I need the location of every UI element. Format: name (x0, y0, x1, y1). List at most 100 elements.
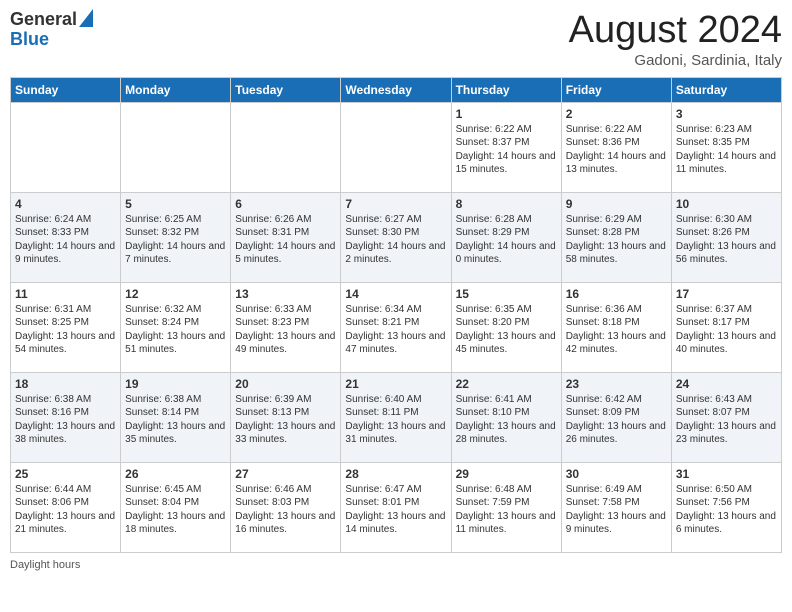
calendar-cell: 1 Sunrise: 6:22 AM Sunset: 8:37 PM Daylig… (451, 102, 561, 192)
day-number: 29 (456, 467, 557, 481)
day-info: Sunrise: 6:49 AM Sunset: 7:58 PM Dayligh… (566, 483, 667, 537)
title-area: August 2024 Gadoni, Sardinia, Italy (569, 10, 782, 69)
day-number: 19 (125, 377, 226, 391)
day-number: 1 (456, 107, 557, 121)
day-info: Sunrise: 6:33 AM Sunset: 8:23 PM Dayligh… (235, 303, 336, 357)
day-number: 7 (345, 197, 446, 211)
day-number: 28 (345, 467, 446, 481)
calendar-cell: 31Sunrise: 6:50 AM Sunset: 7:56 PM Dayli… (671, 462, 781, 552)
page-header: General Blue August 2024 Gadoni, Sardini… (10, 10, 782, 69)
day-info: Sunrise: 6:43 AM Sunset: 8:07 PM Dayligh… (676, 393, 777, 447)
calendar-cell: 16 Sunrise: 6:36 AM Sunset: 8:18 PM Dayli… (561, 282, 671, 372)
day-number: 4 (15, 197, 116, 211)
calendar-cell: 5 Sunrise: 6:25 AM Sunset: 8:32 PM Daylig… (121, 192, 231, 282)
calendar-cell: 30 Sunrise: 6:49 AM Sunset: 7:58 PM Dayli… (561, 462, 671, 552)
day-info: Sunrise: 6:25 AM Sunset: 8:32 PM Dayligh… (125, 213, 226, 267)
day-number: 9 (566, 197, 667, 211)
day-number: 16 (566, 287, 667, 301)
calendar-cell: 17Sunrise: 6:37 AM Sunset: 8:17 PM Dayli… (671, 282, 781, 372)
day-info: Sunrise: 6:41 AM Sunset: 8:10 PM Dayligh… (456, 393, 557, 447)
logo-blue-text: Blue (10, 30, 93, 50)
calendar-table: SundayMondayTuesdayWednesdayThursdayFrid… (10, 77, 782, 553)
day-number: 12 (125, 287, 226, 301)
day-info: Sunrise: 6:35 AM Sunset: 8:20 PM Dayligh… (456, 303, 557, 357)
footer-label: Daylight hours (10, 559, 80, 571)
calendar-cell: 7 Sunrise: 6:27 AM Sunset: 8:30 PM Daylig… (341, 192, 451, 282)
calendar-cell: 20 Sunrise: 6:39 AM Sunset: 8:13 PM Dayli… (231, 372, 341, 462)
day-info: Sunrise: 6:28 AM Sunset: 8:29 PM Dayligh… (456, 213, 557, 267)
calendar-cell (341, 102, 451, 192)
day-number: 30 (566, 467, 667, 481)
day-number: 25 (15, 467, 116, 481)
day-info: Sunrise: 6:22 AM Sunset: 8:37 PM Dayligh… (456, 123, 557, 177)
calendar-cell: 18 Sunrise: 6:38 AM Sunset: 8:16 PM Dayli… (11, 372, 121, 462)
calendar-cell: 15 Sunrise: 6:35 AM Sunset: 8:20 PM Dayli… (451, 282, 561, 372)
month-title: August 2024 (569, 10, 782, 52)
day-number: 5 (125, 197, 226, 211)
calendar-cell: 27Sunrise: 6:46 AM Sunset: 8:03 PM Dayli… (231, 462, 341, 552)
day-number: 14 (345, 287, 446, 301)
day-info: Sunrise: 6:30 AM Sunset: 8:26 PM Dayligh… (676, 213, 777, 267)
day-info: Sunrise: 6:29 AM Sunset: 8:28 PM Dayligh… (566, 213, 667, 267)
day-number: 10 (676, 197, 777, 211)
day-header: Tuesday (231, 77, 341, 102)
day-header: Monday (121, 77, 231, 102)
day-number: 8 (456, 197, 557, 211)
calendar-cell: 12 Sunrise: 6:32 AM Sunset: 8:24 PM Dayli… (121, 282, 231, 372)
day-info: Sunrise: 6:50 AM Sunset: 7:56 PM Dayligh… (676, 483, 777, 537)
calendar-cell: 22Sunrise: 6:41 AM Sunset: 8:10 PM Dayli… (451, 372, 561, 462)
calendar-cell: 3Sunrise: 6:23 AM Sunset: 8:35 PM Daylig… (671, 102, 781, 192)
day-info: Sunrise: 6:22 AM Sunset: 8:36 PM Dayligh… (566, 123, 667, 177)
day-header: Thursday (451, 77, 561, 102)
calendar-cell: 25 Sunrise: 6:44 AM Sunset: 8:06 PM Dayli… (11, 462, 121, 552)
location-text: Gadoni, Sardinia, Italy (569, 52, 782, 69)
calendar-cell: 13Sunrise: 6:33 AM Sunset: 8:23 PM Dayli… (231, 282, 341, 372)
footer: Daylight hours (10, 559, 782, 571)
day-number: 27 (235, 467, 336, 481)
calendar-cell: 19 Sunrise: 6:38 AM Sunset: 8:14 PM Dayli… (121, 372, 231, 462)
day-number: 23 (566, 377, 667, 391)
calendar-cell: 6 Sunrise: 6:26 AM Sunset: 8:31 PM Daylig… (231, 192, 341, 282)
calendar-cell: 4Sunrise: 6:24 AM Sunset: 8:33 PM Daylig… (11, 192, 121, 282)
day-info: Sunrise: 6:47 AM Sunset: 8:01 PM Dayligh… (345, 483, 446, 537)
day-number: 26 (125, 467, 226, 481)
day-number: 11 (15, 287, 116, 301)
day-header: Saturday (671, 77, 781, 102)
day-info: Sunrise: 6:26 AM Sunset: 8:31 PM Dayligh… (235, 213, 336, 267)
calendar-cell: 23 Sunrise: 6:42 AM Sunset: 8:09 PM Dayli… (561, 372, 671, 462)
day-number: 2 (566, 107, 667, 121)
calendar-cell: 28 Sunrise: 6:47 AM Sunset: 8:01 PM Dayli… (341, 462, 451, 552)
day-number: 18 (15, 377, 116, 391)
day-info: Sunrise: 6:48 AM Sunset: 7:59 PM Dayligh… (456, 483, 557, 537)
day-info: Sunrise: 6:42 AM Sunset: 8:09 PM Dayligh… (566, 393, 667, 447)
calendar-cell: 26Sunrise: 6:45 AM Sunset: 8:04 PM Dayli… (121, 462, 231, 552)
calendar-cell (121, 102, 231, 192)
day-number: 20 (235, 377, 336, 391)
day-info: Sunrise: 6:23 AM Sunset: 8:35 PM Dayligh… (676, 123, 777, 177)
day-info: Sunrise: 6:40 AM Sunset: 8:11 PM Dayligh… (345, 393, 446, 447)
day-info: Sunrise: 6:38 AM Sunset: 8:14 PM Dayligh… (125, 393, 226, 447)
day-info: Sunrise: 6:36 AM Sunset: 8:18 PM Dayligh… (566, 303, 667, 357)
logo-triangle-icon (79, 9, 93, 27)
day-info: Sunrise: 6:38 AM Sunset: 8:16 PM Dayligh… (15, 393, 116, 447)
day-number: 6 (235, 197, 336, 211)
day-info: Sunrise: 6:31 AM Sunset: 8:25 PM Dayligh… (15, 303, 116, 357)
day-info: Sunrise: 6:37 AM Sunset: 8:17 PM Dayligh… (676, 303, 777, 357)
calendar-cell: 9 Sunrise: 6:29 AM Sunset: 8:28 PM Daylig… (561, 192, 671, 282)
calendar-cell: 14 Sunrise: 6:34 AM Sunset: 8:21 PM Dayli… (341, 282, 451, 372)
day-info: Sunrise: 6:44 AM Sunset: 8:06 PM Dayligh… (15, 483, 116, 537)
calendar-cell: 29 Sunrise: 6:48 AM Sunset: 7:59 PM Dayli… (451, 462, 561, 552)
day-info: Sunrise: 6:27 AM Sunset: 8:30 PM Dayligh… (345, 213, 446, 267)
day-info: Sunrise: 6:32 AM Sunset: 8:24 PM Dayligh… (125, 303, 226, 357)
calendar-cell: 2 Sunrise: 6:22 AM Sunset: 8:36 PM Daylig… (561, 102, 671, 192)
day-number: 15 (456, 287, 557, 301)
calendar-cell: 24Sunrise: 6:43 AM Sunset: 8:07 PM Dayli… (671, 372, 781, 462)
day-number: 21 (345, 377, 446, 391)
logo: General Blue (10, 10, 93, 50)
day-info: Sunrise: 6:39 AM Sunset: 8:13 PM Dayligh… (235, 393, 336, 447)
calendar-cell: 8 Sunrise: 6:28 AM Sunset: 8:29 PM Daylig… (451, 192, 561, 282)
day-header: Friday (561, 77, 671, 102)
day-info: Sunrise: 6:34 AM Sunset: 8:21 PM Dayligh… (345, 303, 446, 357)
calendar-cell: 11 Sunrise: 6:31 AM Sunset: 8:25 PM Dayli… (11, 282, 121, 372)
calendar-cell (231, 102, 341, 192)
